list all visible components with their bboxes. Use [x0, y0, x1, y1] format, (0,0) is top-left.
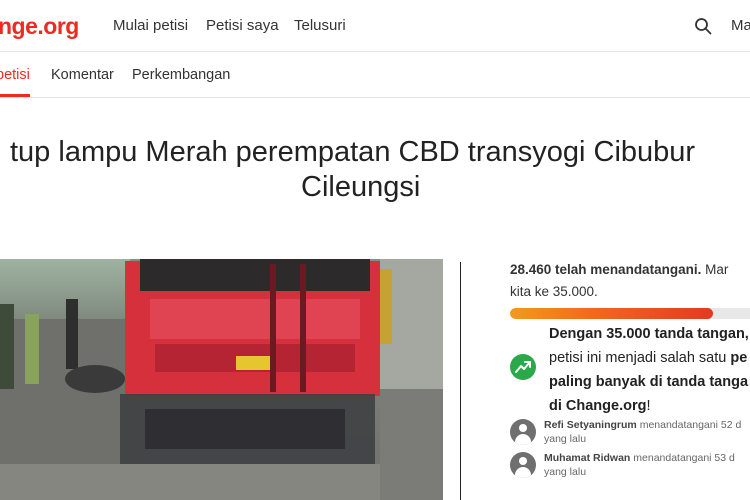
signature-count: 28.460 telah menandatangani. Mar	[510, 262, 729, 277]
goal-message-line-1: Dengan 35.000 tanda tangan,	[549, 326, 749, 342]
petition-photo	[0, 259, 443, 500]
tab-updates[interactable]: Perkembangan	[132, 67, 230, 83]
tab-petition[interactable]: petisi	[0, 67, 30, 83]
content-divider	[460, 262, 461, 500]
goal-message-line-4: di Change.org!	[549, 398, 651, 414]
petition-tabs: petisi Komentar Perkembangan	[0, 53, 750, 98]
nav-my-petitions[interactable]: Petisi saya	[206, 17, 279, 34]
petition-title-line-1: tup lampu Merah perempatan CBD transyogi…	[10, 136, 696, 168]
nav-login[interactable]: Ma	[731, 17, 750, 34]
avatar	[510, 419, 536, 445]
top-navbar: nge.org Mulai petisi Petisi saya Telusur…	[0, 0, 750, 52]
tab-comments[interactable]: Komentar	[51, 67, 114, 83]
active-tab-indicator	[0, 94, 30, 97]
recent-signer: Muhamat Ridwan menandatangani 53 d	[544, 452, 735, 464]
goal-message-line-3: paling banyak di tanda tanga	[549, 374, 749, 390]
progress-fill	[510, 308, 714, 319]
recent-signer-time: yang lalu	[544, 466, 587, 478]
recent-signer-time: yang lalu	[544, 433, 587, 445]
nav-start-petition[interactable]: Mulai petisi	[113, 17, 188, 34]
signature-goal: kita ke 35.000.	[510, 284, 598, 299]
search-icon[interactable]	[694, 17, 712, 35]
trending-icon	[510, 354, 536, 380]
nav-browse[interactable]: Telusuri	[294, 17, 346, 34]
signature-progress-bar	[510, 308, 750, 319]
recent-signer: Refi Setyaningrum menandatangani 52 d	[544, 419, 742, 431]
avatar	[510, 452, 536, 478]
petition-title-line-2: Cileungsi	[301, 171, 421, 203]
change-org-logo[interactable]: nge.org	[0, 13, 79, 40]
goal-message-line-2: petisi ini menjadi salah satu pe	[549, 350, 748, 366]
